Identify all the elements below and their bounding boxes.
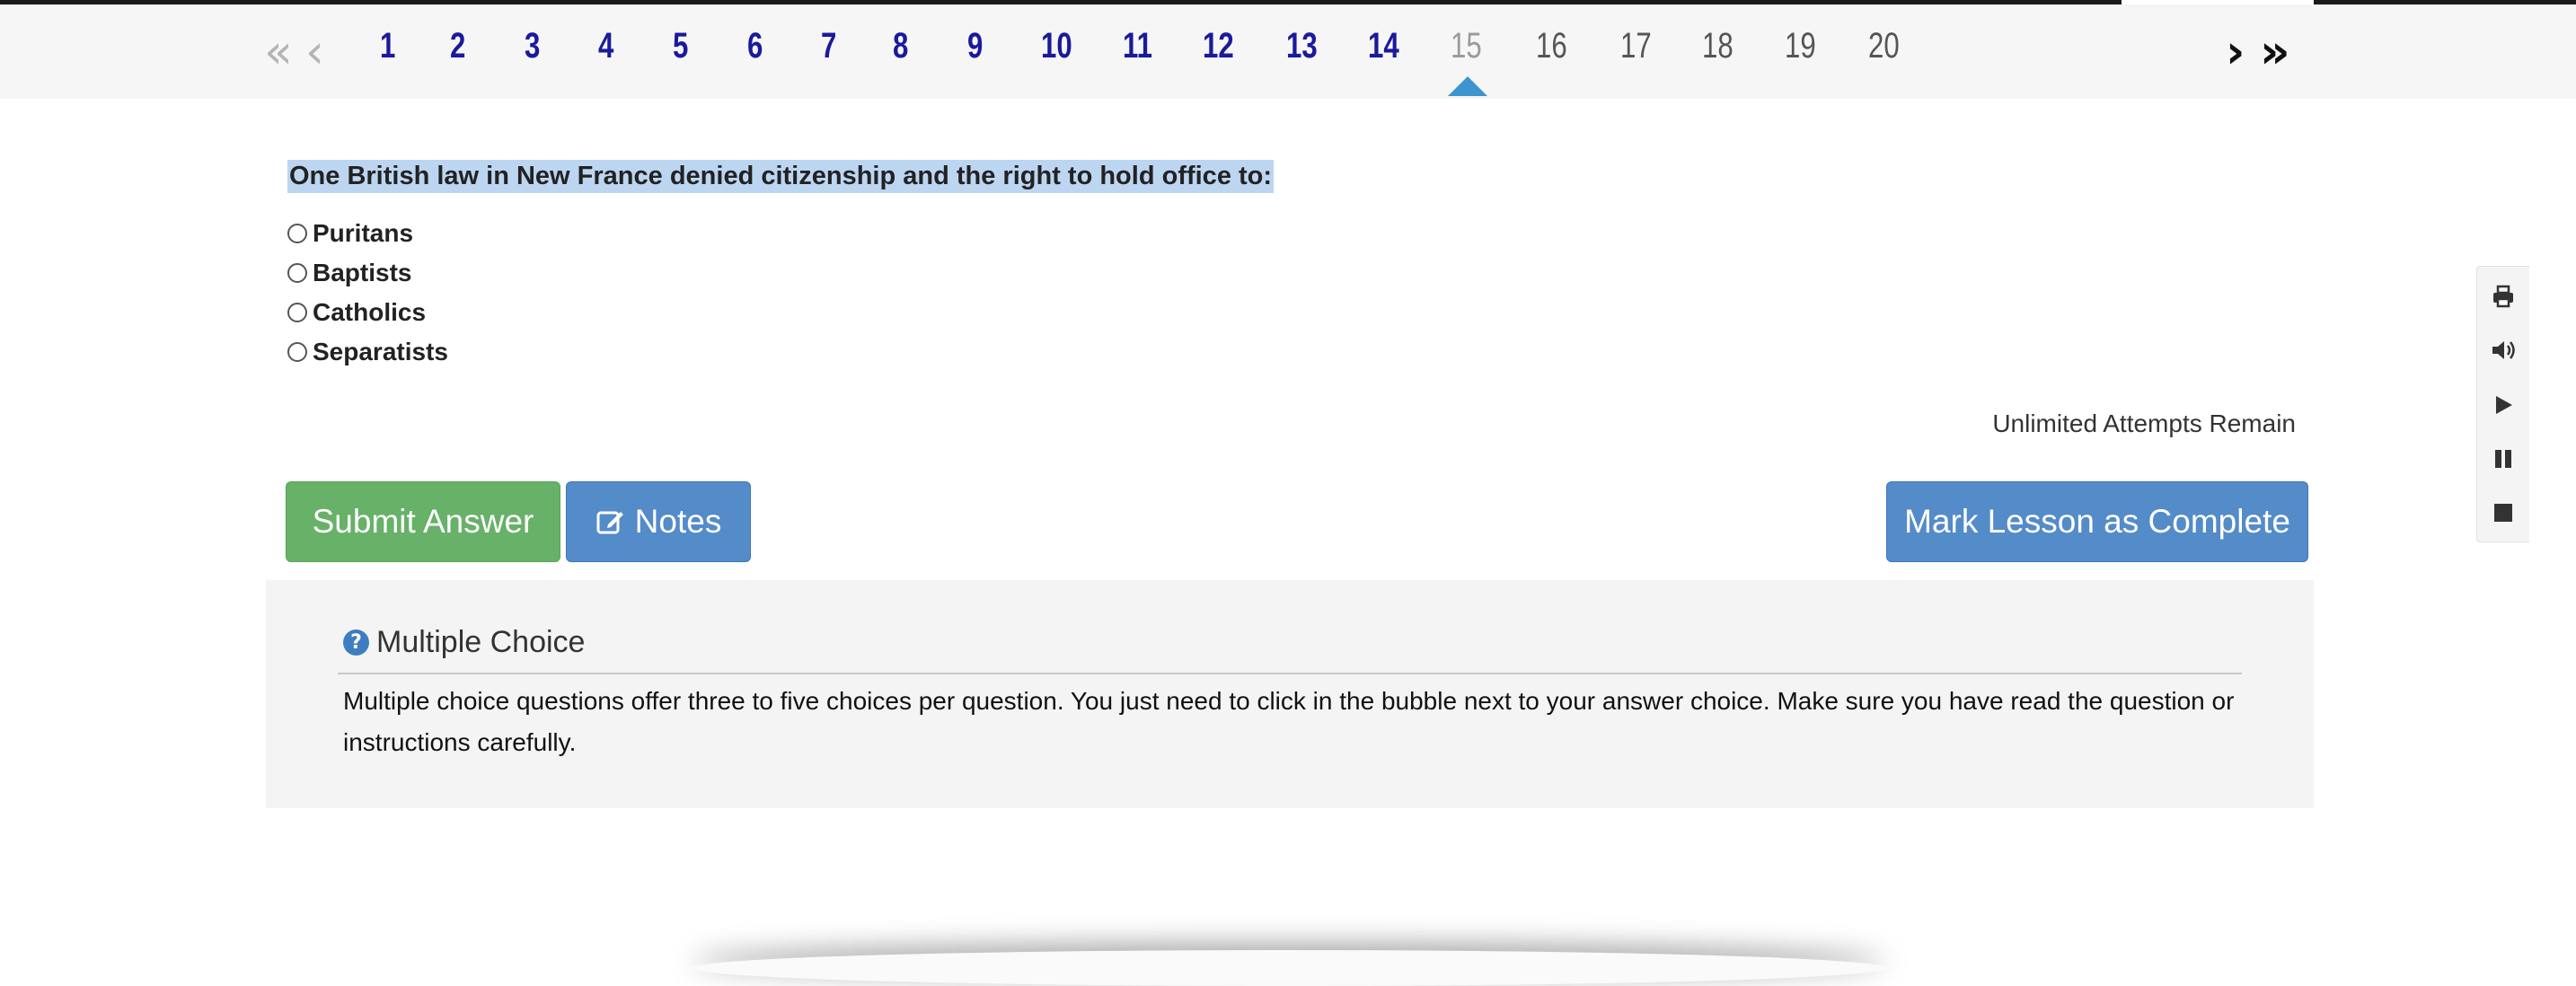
question-text: One British law in New France denied cit… bbox=[287, 160, 1275, 193]
page-link-8[interactable]: 8 bbox=[893, 22, 908, 69]
help-divider bbox=[338, 673, 2242, 674]
help-title-row: ? Multiple Choice bbox=[343, 625, 585, 660]
choice-label: Baptists bbox=[313, 259, 412, 286]
choice-label: Catholics bbox=[313, 298, 427, 326]
pause-icon[interactable] bbox=[2490, 445, 2517, 472]
speaker-icon[interactable] bbox=[2490, 337, 2517, 364]
edit-icon bbox=[595, 506, 626, 537]
page-link-10[interactable]: 10 bbox=[1041, 22, 1072, 69]
page-link-14[interactable]: 14 bbox=[1368, 22, 1399, 69]
help-text: Multiple choice questions offer three to… bbox=[343, 687, 2235, 756]
page-link-19[interactable]: 19 bbox=[1785, 22, 1816, 69]
choice-baptists[interactable]: Baptists bbox=[287, 257, 411, 289]
page-link-11[interactable]: 11 bbox=[1123, 22, 1152, 69]
mark-lesson-complete-button[interactable]: Mark Lesson as Complete bbox=[1886, 481, 2308, 562]
page-link-17[interactable]: 17 bbox=[1620, 22, 1652, 69]
page-link-1[interactable]: 1 bbox=[380, 22, 395, 69]
choice-catholics[interactable]: Catholics bbox=[287, 296, 426, 329]
notes-label: Notes bbox=[634, 503, 722, 540]
page-link-4[interactable]: 4 bbox=[598, 22, 613, 69]
bottom-panel-edge bbox=[692, 950, 1886, 986]
page-link-2[interactable]: 2 bbox=[450, 22, 465, 69]
page-link-13[interactable]: 13 bbox=[1286, 22, 1318, 69]
page-navigation-bar: « ‹ 1 2 3 4 5 6 7 8 9 10 11 12 13 14 15 … bbox=[0, 0, 2576, 99]
next-page-button[interactable]: › bbox=[2226, 21, 2245, 84]
submit-answer-button[interactable]: Submit Answer bbox=[286, 481, 560, 562]
radio-button[interactable] bbox=[287, 224, 307, 243]
radio-button[interactable] bbox=[287, 263, 307, 283]
page-link-5[interactable]: 5 bbox=[673, 22, 688, 69]
radio-button[interactable] bbox=[287, 303, 307, 322]
first-page-button[interactable]: « bbox=[264, 21, 293, 84]
last-page-button[interactable]: » bbox=[2260, 21, 2290, 84]
page-link-3[interactable]: 3 bbox=[525, 22, 540, 69]
previous-page-button[interactable]: ‹ bbox=[305, 21, 324, 84]
page-link-16[interactable]: 16 bbox=[1536, 22, 1567, 69]
page-link-20[interactable]: 20 bbox=[1868, 22, 1900, 69]
page-link-9[interactable]: 9 bbox=[967, 22, 983, 69]
help-title: Multiple Choice bbox=[376, 625, 586, 659]
choice-label: Separatists bbox=[313, 338, 448, 365]
choice-label: Puritans bbox=[313, 219, 414, 247]
attempts-remaining: Unlimited Attempts Remain bbox=[1992, 409, 2296, 437]
current-page-marker bbox=[1448, 76, 1487, 96]
choice-separatists[interactable]: Separatists bbox=[287, 336, 448, 368]
page-link-12[interactable]: 12 bbox=[1203, 22, 1234, 69]
accessibility-toolbar bbox=[2476, 266, 2529, 542]
radio-button[interactable] bbox=[287, 342, 307, 362]
choice-puritans[interactable]: Puritans bbox=[287, 217, 413, 250]
play-icon[interactable] bbox=[2490, 392, 2517, 418]
question-type-help-panel: ? Multiple Choice Multiple choice questi… bbox=[266, 580, 2314, 808]
notes-button[interactable]: Notes bbox=[566, 481, 751, 562]
page-link-18[interactable]: 18 bbox=[1702, 22, 1734, 69]
page-link-6[interactable]: 6 bbox=[747, 22, 763, 69]
scroll-gap bbox=[2122, 0, 2314, 4]
stop-icon[interactable] bbox=[2490, 499, 2517, 526]
mark-lesson-complete-label: Mark Lesson as Complete bbox=[1904, 503, 2290, 540]
print-icon[interactable] bbox=[2490, 283, 2517, 310]
submit-answer-label: Submit Answer bbox=[312, 503, 534, 540]
question-circle-icon: ? bbox=[343, 629, 369, 656]
page-link-15-current[interactable]: 15 bbox=[1451, 22, 1482, 69]
page-link-7[interactable]: 7 bbox=[821, 22, 836, 69]
